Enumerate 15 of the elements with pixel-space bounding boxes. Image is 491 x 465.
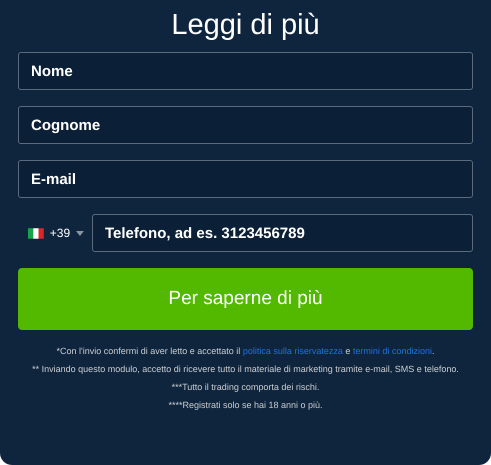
- consent-text: *Con l'invio confermi di aver letto e accettato il politica sulla riservatezza e termini di condizioni.: [56, 345, 434, 358]
- text-field[interactable]: Nome: [18, 52, 473, 90]
- terms-link[interactable]: termini di condizioni: [352, 346, 432, 356]
- submit-button[interactable]: Per saperne di più: [18, 268, 473, 330]
- form-title: Leggi di più: [170, 8, 321, 43]
- text-field[interactable]: E-mail: [18, 160, 473, 198]
- caret-icon: [76, 230, 84, 236]
- flag-icon: [28, 228, 44, 238]
- text-field[interactable]: Cognome: [18, 106, 473, 144]
- country-code-select[interactable]: +39: [18, 224, 84, 242]
- disclaimer-text: ** Inviando questo modulo, accetto di ricevere tutto il materiale di marketing tramite e-mail, SMS e telefono.: [32, 363, 459, 376]
- privacy-link[interactable]: politica sulla riservatezza: [242, 346, 343, 356]
- disclaimer-text: ****Registrati solo se hai 18 anni o più.: [168, 399, 323, 412]
- disclaimer-text: ***Tutto il trading comporta dei rischi.: [172, 381, 320, 394]
- phone-field[interactable]: Telefono, ad es. 3123456789: [92, 214, 473, 252]
